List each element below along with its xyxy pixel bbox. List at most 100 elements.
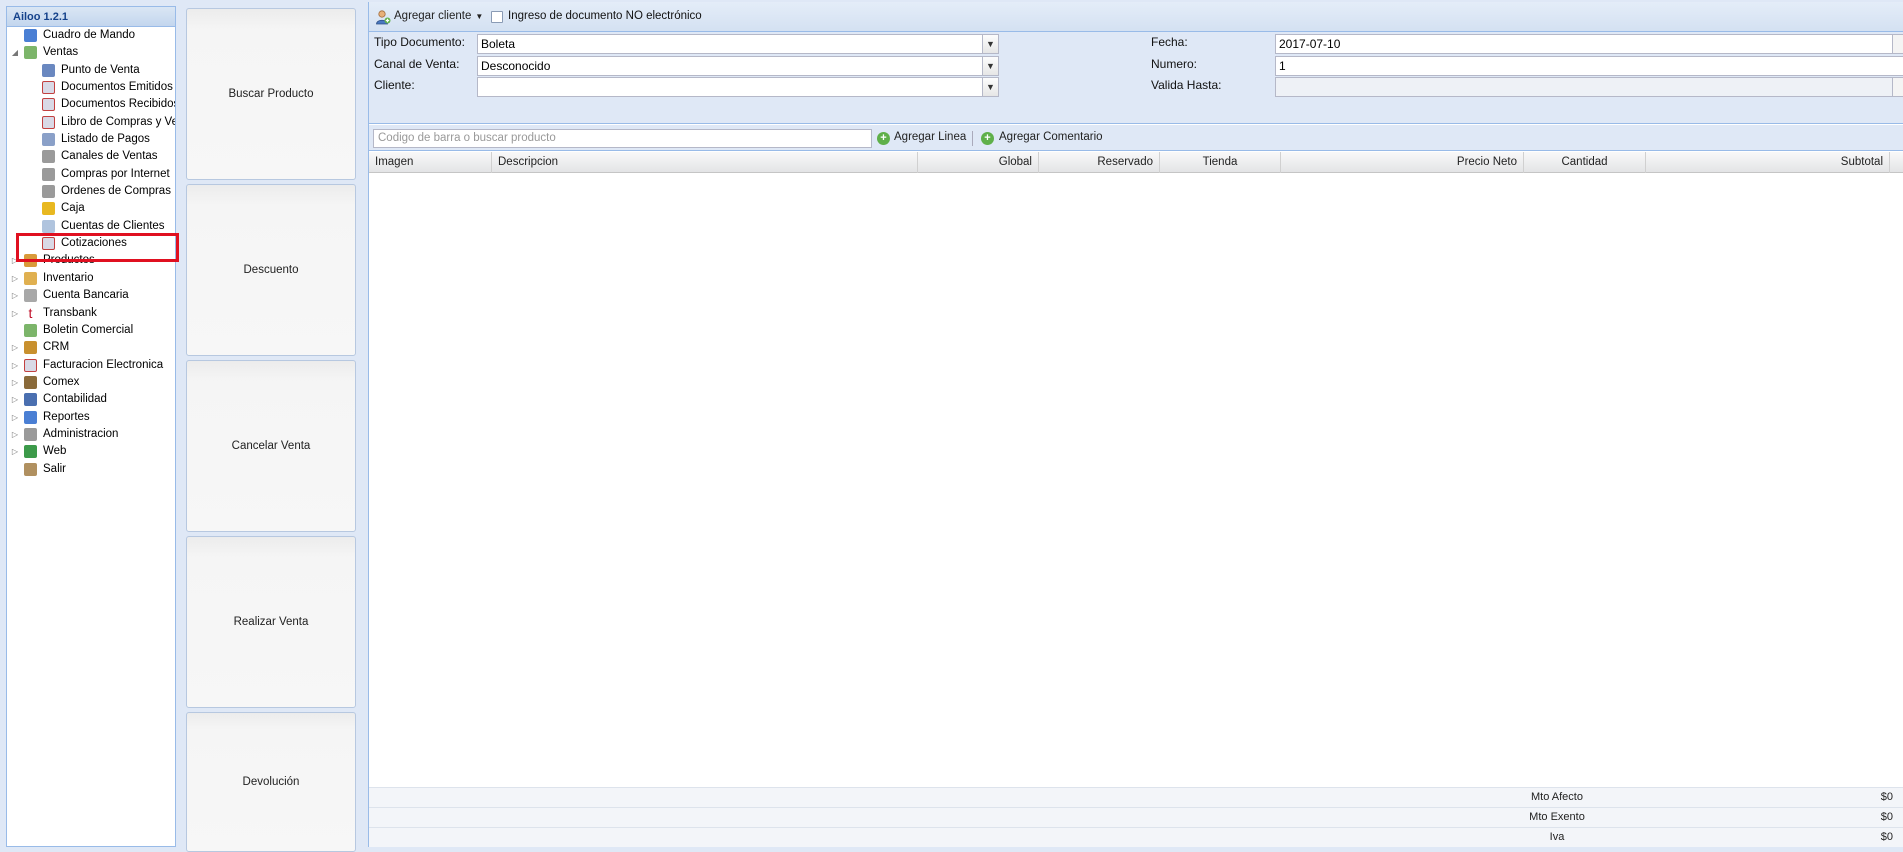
nav-item-facturacion-electronica[interactable]: ▷ Facturacion Electronica xyxy=(7,357,175,374)
nav-item-label: Canales de Ventas xyxy=(61,150,158,163)
pos-terminal-icon xyxy=(42,63,55,77)
add-client-icon[interactable] xyxy=(375,9,391,25)
column-header-cantidad[interactable]: Cantidad xyxy=(1524,152,1646,173)
nav-item-label: Productos xyxy=(43,254,95,267)
valida-hasta-calendar-icon[interactable] xyxy=(1892,77,1903,97)
nav-item-administracion[interactable]: ▷ Administracion xyxy=(7,426,175,443)
nav-item-label: Facturacion Electronica xyxy=(43,358,164,371)
nav-item-cuentas-de-clientes[interactable]: Cuentas de Clientes xyxy=(7,218,175,235)
add-comment-icon[interactable]: + xyxy=(981,132,994,145)
nav-item-cuadro-de-mando[interactable]: Cuadro de Mando xyxy=(7,27,175,44)
column-header-subtotal[interactable]: Subtotal xyxy=(1646,152,1890,173)
cliente-dropdown-icon[interactable]: ▼ xyxy=(982,77,999,97)
nav-item-listado-de-pagos[interactable]: Listado de Pagos xyxy=(7,131,175,148)
expand-icon[interactable]: ▷ xyxy=(10,391,20,408)
nav-item-canales-de-ventas[interactable]: Canales de Ventas xyxy=(7,148,175,165)
column-header-precio-neto[interactable]: Precio Neto xyxy=(1281,152,1524,173)
nav-item-contabilidad[interactable]: ▷ Contabilidad xyxy=(7,391,175,408)
nav-item-comex[interactable]: ▷ Comex xyxy=(7,374,175,391)
nav-item-punto-de-venta[interactable]: Punto de Venta xyxy=(7,62,175,79)
expand-icon[interactable]: ▷ xyxy=(10,374,20,391)
canal-venta-select[interactable]: Desconocido xyxy=(477,56,983,76)
expand-icon[interactable]: ▷ xyxy=(10,426,20,443)
product-search-input[interactable]: Codigo de barra o buscar producto xyxy=(373,129,872,148)
totals-label: Iva xyxy=(1549,831,1565,843)
nav-item-label: Cuentas de Clientes xyxy=(61,219,165,232)
cliente-label: Cliente: xyxy=(374,78,415,92)
agregar-comentario-button[interactable]: Agregar Comentario xyxy=(999,131,1103,143)
nav-item-boletin-comercial[interactable]: Boletin Comercial xyxy=(7,322,175,339)
agregar-linea-button[interactable]: Agregar Linea xyxy=(894,131,966,143)
totals-row: Mto Afecto $0 xyxy=(369,787,1903,807)
expand-icon[interactable]: ▷ xyxy=(10,270,20,287)
nav-item-web[interactable]: ▷ Web xyxy=(7,443,175,460)
calculator-icon xyxy=(42,133,55,147)
nav-item-label: Punto de Venta xyxy=(61,63,140,76)
nav-item-ordenes-de-compras[interactable]: Ordenes de Compras xyxy=(7,183,175,200)
agregar-cliente-button[interactable]: Agregar cliente ▼ xyxy=(394,10,483,22)
column-header-descripcion[interactable]: Descripcion xyxy=(492,152,918,173)
totals-label: Mto Afecto xyxy=(1531,791,1583,803)
tipo-documento-select[interactable]: Boleta xyxy=(477,34,983,54)
nav-item-caja[interactable]: Caja xyxy=(7,200,175,217)
users-icon xyxy=(24,341,37,355)
nav-item-label: Reportes xyxy=(43,410,90,423)
nav-item-productos[interactable]: ▷ Productos xyxy=(7,252,175,269)
bar-chart-icon xyxy=(24,29,37,42)
canal-venta-dropdown-icon[interactable]: ▼ xyxy=(982,56,999,76)
devolucion-button[interactable]: Devolución xyxy=(186,712,356,852)
expand-icon[interactable]: ▷ xyxy=(10,287,20,304)
column-header-reservado[interactable]: Reservado xyxy=(1039,152,1160,173)
nav-item-salir[interactable]: Salir xyxy=(7,461,175,478)
fecha-input[interactable]: 2017-07-10 xyxy=(1275,34,1893,54)
add-line-icon[interactable]: + xyxy=(877,132,890,145)
nav-item-ventas[interactable]: ◢ Ventas xyxy=(7,44,175,61)
totals-label: Mto Exento xyxy=(1529,811,1585,823)
nav-item-label: Contabilidad xyxy=(43,393,107,406)
buscar-producto-button[interactable]: Buscar Producto xyxy=(186,8,356,180)
totals-value: $0 xyxy=(1880,791,1893,803)
document-form: Tipo Documento: Boleta ▼ Canal de Venta:… xyxy=(369,32,1903,124)
expand-icon[interactable]: ▷ xyxy=(10,357,20,374)
action-panel: Buscar Producto Descuento Cancelar Venta… xyxy=(182,6,362,852)
nav-item-transbank[interactable]: ▷ t Transbank xyxy=(7,305,175,322)
toolbar-separator xyxy=(972,131,973,146)
collapse-icon[interactable]: ◢ xyxy=(10,44,20,61)
expand-icon[interactable]: ▷ xyxy=(10,443,20,460)
calendar-icon[interactable] xyxy=(1892,34,1903,54)
expand-icon[interactable]: ▷ xyxy=(10,305,20,322)
descuento-button[interactable]: Descuento xyxy=(186,184,356,356)
nav-item-documentos-recibidos[interactable]: Documentos Recibidos xyxy=(7,96,175,113)
column-header-tienda[interactable]: Tienda xyxy=(1160,152,1281,173)
expand-icon[interactable]: ▷ xyxy=(10,252,20,269)
nav-item-label: Transbank xyxy=(43,306,97,319)
tipo-documento-dropdown-icon[interactable]: ▼ xyxy=(982,34,999,54)
realizar-venta-button[interactable]: Realizar Venta xyxy=(186,536,356,708)
cancelar-venta-button[interactable]: Cancelar Venta xyxy=(186,360,356,532)
nav-item-crm[interactable]: ▷ CRM xyxy=(7,339,175,356)
nav-item-reportes[interactable]: ▷ Reportes xyxy=(7,409,175,426)
valida-hasta-input[interactable] xyxy=(1275,77,1893,97)
nav-item-cuenta-bancaria[interactable]: ▷ Cuenta Bancaria xyxy=(7,287,175,304)
expand-icon[interactable]: ▷ xyxy=(10,409,20,426)
nav-item-label: Ventas xyxy=(43,46,79,59)
nav-item-libro-de-compras-y-ventas[interactable]: Libro de Compras y Ventas xyxy=(7,114,175,131)
bar-chart-icon xyxy=(24,410,37,424)
globe-icon xyxy=(24,445,37,459)
product-lines-grid[interactable] xyxy=(369,173,1903,787)
package-icon xyxy=(24,271,37,285)
no-electronico-checkbox[interactable] xyxy=(491,11,503,23)
nav-item-documentos-emitidos[interactable]: Documentos Emitidos xyxy=(7,79,175,96)
nav-item-label: Ordenes de Compras xyxy=(61,185,171,198)
shopping-cart-icon xyxy=(42,150,55,164)
nav-item-compras-por-internet[interactable]: Compras por Internet xyxy=(7,166,175,183)
cliente-select[interactable] xyxy=(477,77,983,97)
totals-row: Mto Exento $0 xyxy=(369,807,1903,827)
expand-icon[interactable]: ▷ xyxy=(10,339,20,356)
nav-item-cotizaciones[interactable]: Cotizaciones xyxy=(7,235,175,252)
document-icon xyxy=(42,98,55,112)
numero-input[interactable]: 1 xyxy=(1275,56,1903,76)
nav-item-inventario[interactable]: ▷ Inventario xyxy=(7,270,175,287)
column-header-global[interactable]: Global xyxy=(918,152,1039,173)
column-header-imagen[interactable]: Imagen xyxy=(369,152,492,173)
